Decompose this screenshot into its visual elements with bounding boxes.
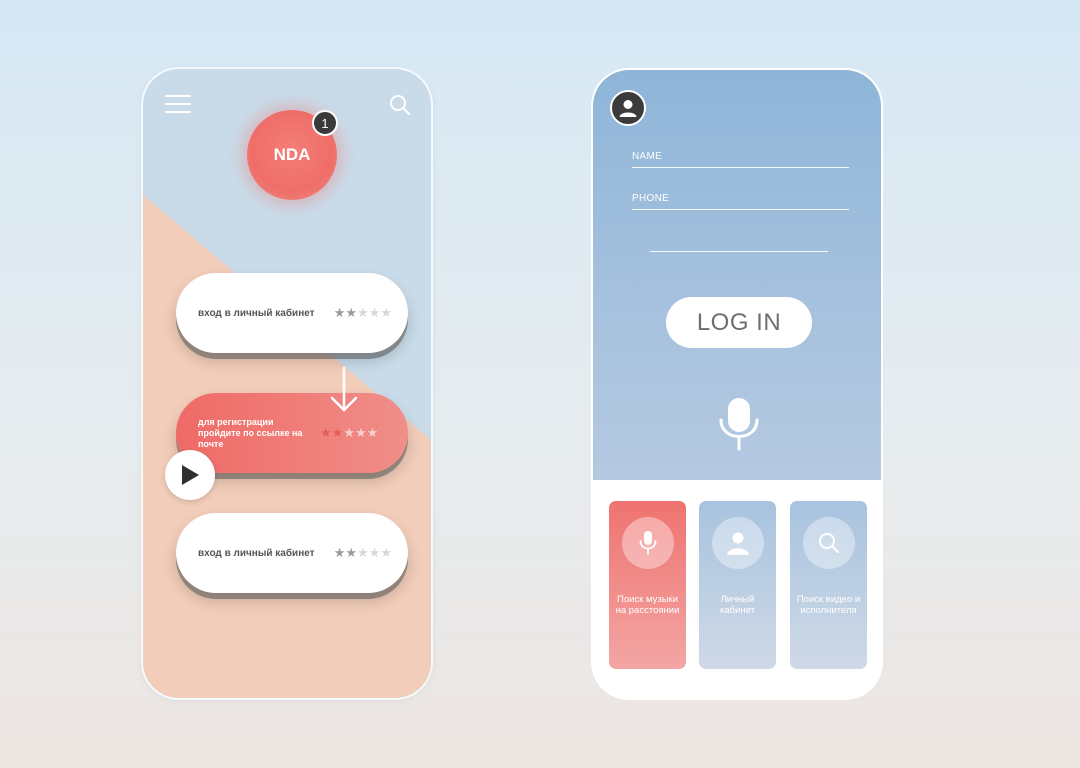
tile-icon-circle (621, 517, 674, 569)
user-icon (619, 100, 637, 117)
star-empty-icon: ★ (354, 425, 367, 440)
star-empty-icon: ★ (380, 545, 392, 560)
phone-right: NAME PHONE LOG IN Поиск музыки на рассто… (591, 68, 883, 700)
tile-icon-circle (802, 517, 855, 569)
rating-stars: ★★★★★ (320, 425, 378, 441)
search-icon (818, 533, 839, 553)
star-empty-icon: ★ (366, 425, 379, 440)
star-filled-icon: ★ (345, 305, 358, 320)
arrow-down-icon (330, 366, 358, 412)
star-filled-icon: ★ (333, 545, 346, 560)
tile-music-search[interactable]: Поиск музыки на расстоянии (609, 501, 686, 669)
microphone-icon[interactable] (717, 396, 761, 452)
name-label: NAME (632, 151, 663, 162)
tile-video-search[interactable]: Поиск видео и исполнителя (790, 501, 867, 669)
tile-label: Поиск видео и исполнителя (796, 594, 861, 616)
star-empty-icon: ★ (357, 305, 369, 320)
login-card[interactable]: вход в личный кабинет ★★★★★ (176, 513, 408, 593)
star-filled-icon: ★ (320, 425, 332, 440)
notification-badge: 1 (312, 110, 338, 136)
name-field[interactable]: NAME (632, 146, 849, 168)
star-empty-icon: ★ (368, 545, 381, 560)
login-card[interactable]: вход в личный кабинет ★★★★★ (176, 273, 408, 353)
star-empty-icon: ★ (380, 305, 392, 320)
nda-label: NDA (273, 145, 311, 164)
play-icon (182, 465, 199, 485)
extra-field[interactable] (650, 230, 828, 252)
profile-button[interactable] (610, 90, 646, 126)
star-filled-icon: ★ (345, 545, 358, 560)
user-icon (726, 532, 749, 555)
phone-label: PHONE (632, 193, 670, 204)
star-empty-icon: ★ (357, 545, 369, 560)
tile-label: Личный кабинет (720, 594, 755, 616)
microphone-icon (639, 531, 656, 555)
tile-label: Поиск музыки на расстоянии (615, 594, 680, 616)
star-empty-icon: ★ (368, 305, 381, 320)
phone-field[interactable]: PHONE (632, 188, 849, 210)
star-filled-icon: ★ (331, 425, 344, 440)
card-label: для регистрации пройдите по ссылке на по… (198, 416, 303, 449)
star-empty-icon: ★ (343, 425, 355, 440)
phone-left: NDA 1 вход в личный кабинет ★★★★★ для ре… (141, 67, 433, 700)
rating-stars: ★★★★★ (334, 305, 392, 321)
login-button[interactable]: LOG IN (666, 297, 812, 348)
rating-stars: ★★★★★ (334, 545, 392, 561)
star-filled-icon: ★ (333, 305, 346, 320)
search-icon[interactable] (388, 93, 412, 117)
play-button[interactable] (165, 450, 215, 500)
tile-personal-account[interactable]: Личный кабинет (699, 501, 776, 669)
card-label: вход в личный кабинет (198, 307, 315, 319)
card-label: вход в личный кабинет (198, 547, 315, 559)
tile-icon-circle (711, 517, 764, 569)
hamburger-menu-icon[interactable] (165, 95, 191, 113)
